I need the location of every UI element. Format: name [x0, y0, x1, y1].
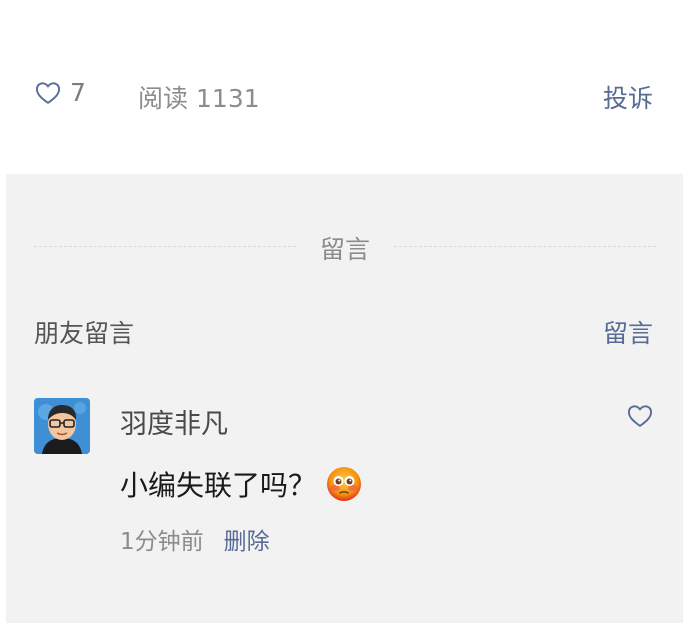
- avatar[interactable]: [34, 398, 90, 454]
- comment-text: 小编失联了吗？: [120, 469, 317, 502]
- report-link[interactable]: 投诉: [603, 79, 653, 115]
- friends-comments-header: 朋友留言: [34, 319, 135, 348]
- flushed-face-emoji-icon: [327, 467, 362, 501]
- comment-author[interactable]: 羽度非凡: [120, 402, 228, 441]
- like-button[interactable]: 7: [34, 78, 86, 107]
- cartoon-avatar-icon: [34, 398, 90, 454]
- like-count: 7: [70, 78, 86, 107]
- comments-panel: 留言 朋友留言 留言 羽度非凡 小编失联了吗？ 1分钟前 删除: [6, 174, 683, 623]
- read-count: 1131: [196, 84, 260, 113]
- comment-item: 羽度非凡 小编失联了吗？ 1分钟前 删除: [34, 398, 654, 568]
- comments-divider-title: 留言: [319, 235, 370, 264]
- read-count-group: 阅读 1131: [138, 79, 260, 115]
- comment-time: 1分钟前: [120, 529, 204, 555]
- write-comment-link[interactable]: 留言: [603, 314, 653, 350]
- comments-divider: 留言: [34, 226, 656, 266]
- delete-comment-button[interactable]: 删除: [224, 529, 270, 555]
- comment-meta: 1分钟前 删除: [120, 522, 270, 556]
- heart-outline-icon: [35, 81, 61, 104]
- comment-like-icon[interactable]: [626, 402, 654, 430]
- read-label: 阅读: [138, 84, 189, 113]
- comment-body: 小编失联了吗？: [120, 464, 362, 504]
- divider-line-right: [394, 246, 656, 247]
- article-stats-bar: 7 阅读 1131 投诉: [0, 60, 689, 132]
